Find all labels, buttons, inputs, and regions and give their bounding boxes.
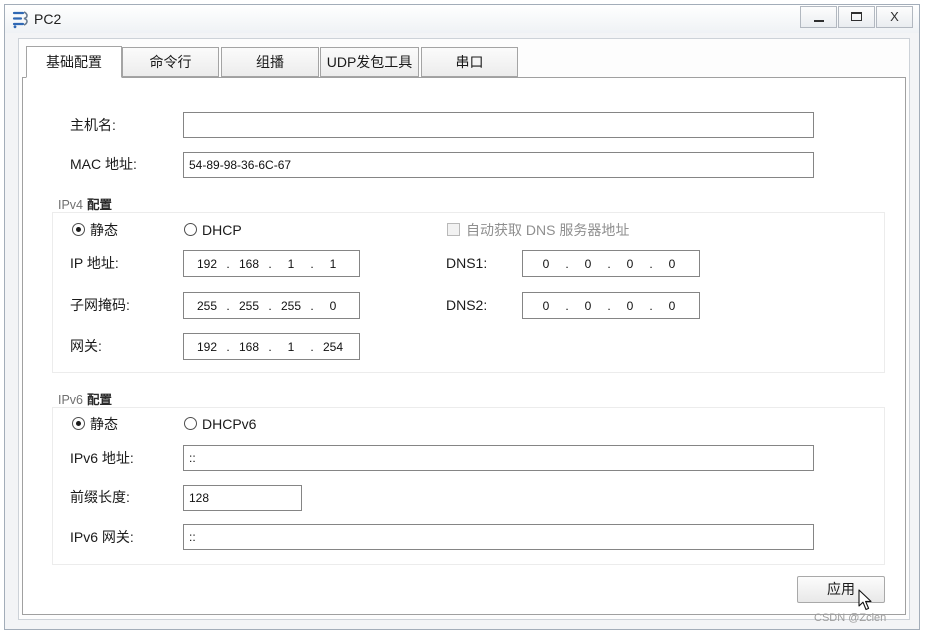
window-title: PC2 bbox=[34, 11, 62, 27]
ipv4-dhcp-radio[interactable] bbox=[184, 223, 197, 236]
ip-address-octet-3[interactable] bbox=[274, 253, 308, 274]
prefix-length-label: 前缀长度: bbox=[70, 489, 130, 505]
octet-separator: . bbox=[226, 256, 230, 271]
auto-dns-label[interactable]: 自动获取 DNS 服务器地址 bbox=[466, 221, 629, 239]
ipv6-address-label: IPv6 地址: bbox=[70, 450, 134, 466]
tab-label: 基础配置 bbox=[46, 54, 102, 70]
gateway-label: 网关: bbox=[70, 338, 102, 354]
ipv6-section-title-suffix: 配置 bbox=[87, 393, 113, 407]
octet-separator: . bbox=[565, 298, 569, 313]
octet-separator: . bbox=[310, 256, 314, 271]
gateway-octet-4[interactable] bbox=[316, 336, 350, 357]
dns1-field[interactable]: . . . bbox=[522, 250, 700, 277]
subnet-mask-octet-4[interactable] bbox=[316, 295, 350, 316]
dns1-octet-4[interactable] bbox=[655, 253, 689, 274]
octet-separator: . bbox=[607, 298, 611, 313]
minimize-button[interactable] bbox=[800, 6, 837, 28]
dns2-label: DNS2: bbox=[446, 297, 488, 313]
octet-separator: . bbox=[649, 256, 653, 271]
tab-label: 命令行 bbox=[149, 54, 192, 70]
ipv6-gateway-label: IPv6 网关: bbox=[70, 529, 134, 545]
octet-separator: . bbox=[226, 298, 230, 313]
dns2-octet-3[interactable] bbox=[613, 295, 647, 316]
tab-udp-tool[interactable]: UDP发包工具 bbox=[320, 47, 419, 77]
subnet-mask-octet-3[interactable] bbox=[274, 295, 308, 316]
subnet-mask-octet-1[interactable] bbox=[190, 295, 224, 316]
subnet-mask-field[interactable]: . . . bbox=[183, 292, 360, 319]
ipv4-section-title-prefix: IPv4 bbox=[58, 198, 84, 212]
octet-separator: . bbox=[268, 339, 272, 354]
tab-command-line[interactable]: 命令行 bbox=[122, 47, 219, 77]
dns2-octet-4[interactable] bbox=[655, 295, 689, 316]
minimize-icon bbox=[814, 20, 824, 22]
gateway-octet-3[interactable] bbox=[274, 336, 308, 357]
octet-separator: . bbox=[226, 339, 230, 354]
ipv4-static-radio[interactable] bbox=[72, 223, 85, 236]
subnet-mask-label: 子网掩码: bbox=[70, 297, 130, 313]
dns1-label: DNS1: bbox=[446, 255, 488, 271]
ipv6-dhcpv6-label[interactable]: DHCPv6 bbox=[202, 415, 256, 433]
dns2-field[interactable]: . . . bbox=[522, 292, 700, 319]
gateway-octet-1[interactable] bbox=[190, 336, 224, 357]
dns1-octet-2[interactable] bbox=[571, 253, 605, 274]
tab-label: UDP发包工具 bbox=[326, 54, 413, 70]
network-pc-icon-graphic bbox=[12, 11, 28, 29]
title-bar-background bbox=[5, 5, 919, 33]
ipv6-address-input[interactable] bbox=[183, 445, 814, 471]
octet-separator: . bbox=[565, 256, 569, 271]
ipv4-section-title: IPv4 配置 bbox=[58, 197, 112, 213]
close-button[interactable]: X bbox=[876, 6, 913, 28]
gateway-octet-2[interactable] bbox=[232, 336, 266, 357]
subnet-mask-octet-2[interactable] bbox=[232, 295, 266, 316]
octet-separator: . bbox=[310, 298, 314, 313]
hostname-input[interactable] bbox=[183, 112, 814, 138]
close-icon: X bbox=[890, 9, 899, 24]
prefix-length-input[interactable] bbox=[183, 485, 302, 511]
mouse-cursor-graphic bbox=[858, 589, 872, 611]
ipv6-section-title: IPv6 配置 bbox=[58, 392, 112, 408]
octet-separator: . bbox=[607, 256, 611, 271]
ipv6-static-radio[interactable] bbox=[72, 417, 85, 430]
mac-label: MAC 地址: bbox=[70, 156, 137, 172]
ipv6-gateway-input[interactable] bbox=[183, 524, 814, 550]
tab-serial-port[interactable]: 串口 bbox=[421, 47, 518, 77]
network-pc-icon bbox=[11, 9, 31, 29]
octet-separator: . bbox=[268, 256, 272, 271]
ip-address-octet-2[interactable] bbox=[232, 253, 266, 274]
mouse-cursor-icon bbox=[858, 589, 873, 612]
ip-address-octet-1[interactable] bbox=[190, 253, 224, 274]
octet-separator: . bbox=[649, 298, 653, 313]
watermark: CSDN @Zcien bbox=[814, 612, 887, 624]
ip-address-field[interactable]: . . . bbox=[183, 250, 360, 277]
maximize-button[interactable] bbox=[838, 6, 875, 28]
ip-address-label: IP 地址: bbox=[70, 255, 119, 271]
tab-label: 串口 bbox=[455, 54, 484, 70]
tab-multicast[interactable]: 组播 bbox=[221, 47, 319, 77]
dns1-octet-1[interactable] bbox=[529, 253, 563, 274]
mac-address-input[interactable] bbox=[183, 152, 814, 178]
ipv4-section-title-suffix: 配置 bbox=[87, 198, 113, 212]
maximize-icon bbox=[851, 12, 862, 21]
ipv6-static-label[interactable]: 静态 bbox=[90, 415, 118, 433]
tab-basic-config[interactable]: 基础配置 bbox=[26, 46, 122, 78]
auto-dns-checkbox[interactable] bbox=[447, 223, 460, 236]
hostname-label: 主机名: bbox=[70, 117, 116, 133]
ipv6-dhcpv6-radio[interactable] bbox=[184, 417, 197, 430]
dns1-octet-3[interactable] bbox=[613, 253, 647, 274]
tab-label: 组播 bbox=[256, 54, 284, 70]
gateway-field[interactable]: . . . bbox=[183, 333, 360, 360]
dns2-octet-2[interactable] bbox=[571, 295, 605, 316]
octet-separator: . bbox=[268, 298, 272, 313]
ip-address-octet-4[interactable] bbox=[316, 253, 350, 274]
dns2-octet-1[interactable] bbox=[529, 295, 563, 316]
ipv4-dhcp-label[interactable]: DHCP bbox=[202, 221, 242, 239]
ipv6-section-title-prefix: IPv6 bbox=[58, 393, 84, 407]
octet-separator: . bbox=[310, 339, 314, 354]
ipv4-static-label[interactable]: 静态 bbox=[90, 221, 118, 239]
